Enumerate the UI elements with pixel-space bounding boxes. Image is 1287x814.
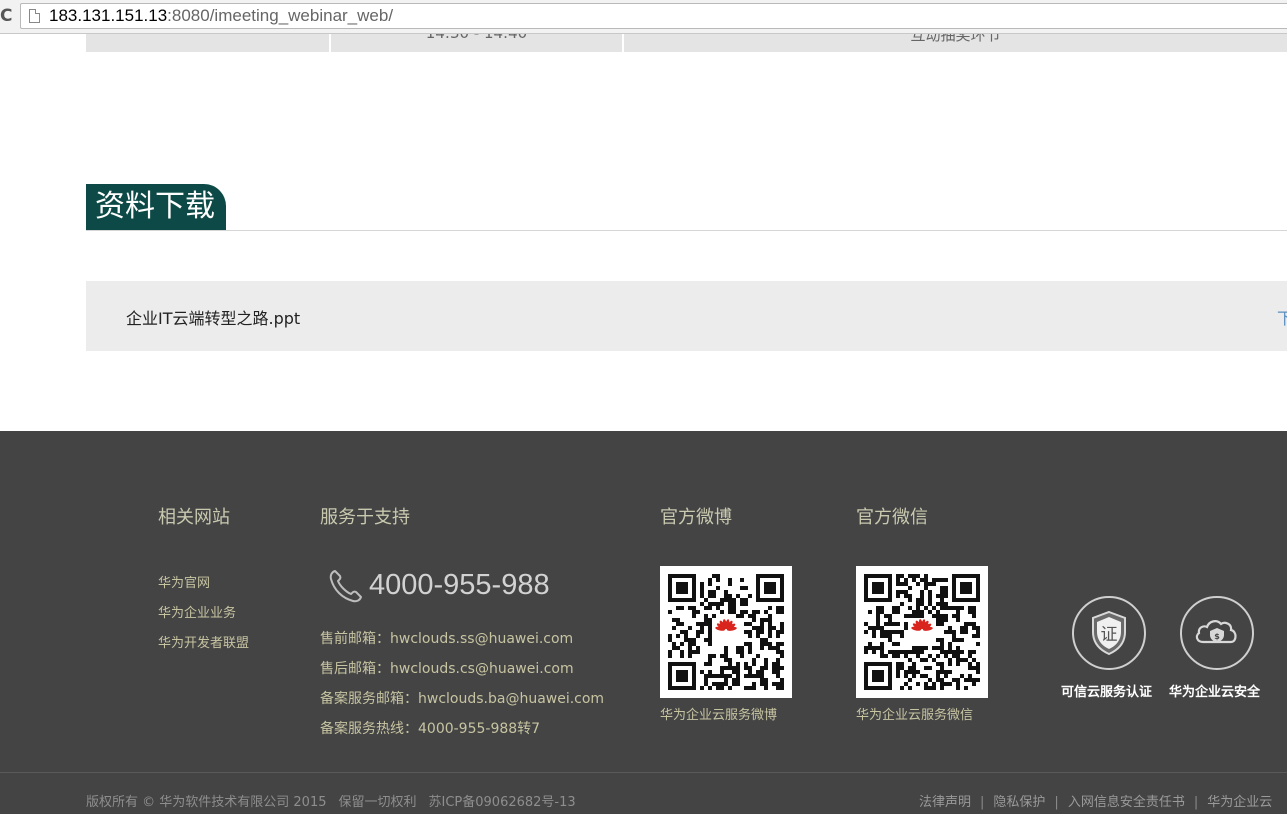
- phone-icon: [329, 570, 362, 603]
- presales-email-value[interactable]: hwclouds.ss@huawei.com: [390, 631, 573, 647]
- address-bar[interactable]: 183.131.151.13:8080/imeeting_webinar_web…: [20, 3, 1287, 29]
- separator: |: [980, 795, 985, 810]
- legal-link-enterprise-cloud[interactable]: 华为企业云: [1207, 795, 1272, 810]
- schedule-cell-empty: [86, 34, 329, 52]
- section-divider: [86, 230, 1287, 231]
- copyright-icp[interactable]: 苏ICP备09062682号-13: [429, 795, 576, 810]
- wechat-qr-code: [856, 566, 988, 698]
- footer-divider: [0, 772, 1287, 773]
- link-huawei-enterprise[interactable]: 华为企业业务: [158, 602, 236, 621]
- filing-email-value[interactable]: hwclouds.ba@huawei.com: [418, 691, 604, 707]
- filing-email-label: 备案服务邮箱：: [320, 691, 418, 707]
- filing-email: 备案服务邮箱：hwclouds.ba@huawei.com: [320, 688, 604, 708]
- footer: 相关网站 华为官网 华为企业业务 华为开发者联盟 服务于支持 4000-955-…: [0, 431, 1287, 814]
- filing-hotline: 备案服务热线：4000-955-988转7: [320, 718, 540, 738]
- wechat-caption: 华为企业云服务微信: [856, 708, 974, 723]
- url-text[interactable]: 183.131.151.13:8080/imeeting_webinar_web…: [49, 6, 393, 26]
- presales-email-label: 售前邮箱：: [320, 631, 390, 647]
- presales-email: 售前邮箱：hwclouds.ss@huawei.com: [320, 628, 573, 648]
- link-huawei-official[interactable]: 华为官网: [158, 572, 210, 591]
- cloud-security-label: 华为企业云安全: [1169, 685, 1261, 700]
- aftersales-email-label: 售后邮箱：: [320, 661, 390, 677]
- related-sites-title: 相关网站: [158, 507, 230, 528]
- service-phone: 4000-955-988: [369, 569, 550, 601]
- separator: |: [1193, 795, 1199, 810]
- legal-link-statement[interactable]: 法律声明: [919, 795, 971, 810]
- svg-text:$: $: [1214, 632, 1220, 641]
- filing-hotline-value: 4000-955-988转7: [418, 721, 541, 737]
- reload-icon[interactable]: C: [0, 6, 14, 26]
- downloads-title: 资料下载: [86, 184, 226, 230]
- schedule-time: 14:30 - 14:40: [331, 34, 622, 42]
- wechat-title: 官方微信: [856, 507, 928, 528]
- copyright-rights: 保留一切权利: [338, 795, 417, 810]
- weibo-qr-code: [660, 566, 792, 698]
- schedule-row: 14:30 - 14:40 互动抽奖环节: [86, 34, 1287, 52]
- url-host: 183.131.151.13: [49, 6, 168, 25]
- trusted-cloud-label: 可信云服务认证: [1061, 685, 1153, 700]
- download-row: 企业IT云端转型之路.ppt 下: [86, 281, 1287, 351]
- shield-certificate-icon: 证: [1092, 610, 1126, 656]
- weibo-caption: 华为企业云服务微博: [660, 708, 778, 723]
- legal-link-security-letter[interactable]: 入网信息安全责任书: [1068, 795, 1185, 810]
- schedule-cell-activity: 互动抽奖环节: [624, 34, 1287, 52]
- copyright: 版权所有 © 华为软件技术有限公司 2015 保留一切权利 苏ICP备0906268…: [86, 791, 588, 810]
- url-path: :8080/imeeting_webinar_web/: [167, 6, 394, 25]
- download-link[interactable]: 下: [1277, 305, 1287, 329]
- aftersales-email-value[interactable]: hwclouds.cs@huawei.com: [390, 661, 574, 677]
- cloud-security-badge[interactable]: $: [1180, 596, 1254, 670]
- weibo-title: 官方微博: [660, 507, 732, 528]
- separator: |: [1054, 795, 1059, 810]
- cloud-security-icon: $: [1195, 620, 1237, 644]
- filing-hotline-label: 备案服务热线：: [320, 721, 418, 737]
- link-developer-alliance[interactable]: 华为开发者联盟: [158, 632, 249, 651]
- schedule-cell-time: 14:30 - 14:40: [331, 34, 622, 52]
- schedule-activity: 互动抽奖环节: [910, 34, 1001, 44]
- aftersales-email: 售后邮箱：hwclouds.cs@huawei.com: [320, 658, 574, 678]
- legal-links: 法律声明 | 隐私保护 | 入网信息安全责任书 | 华为企业云: [919, 791, 1272, 810]
- service-title: 服务于支持: [320, 507, 410, 528]
- download-file-name: 企业IT云端转型之路.ppt: [126, 309, 301, 328]
- svg-text:证: 证: [1101, 625, 1118, 645]
- copyright-owner: 版权所有 © 华为软件技术有限公司 2015: [86, 795, 327, 810]
- browser-toolbar: C 183.131.151.13:8080/imeeting_webinar_w…: [0, 0, 1287, 34]
- legal-link-privacy[interactable]: 隐私保护: [993, 795, 1045, 810]
- trusted-cloud-badge[interactable]: 证: [1072, 596, 1146, 670]
- page-icon: [29, 9, 40, 23]
